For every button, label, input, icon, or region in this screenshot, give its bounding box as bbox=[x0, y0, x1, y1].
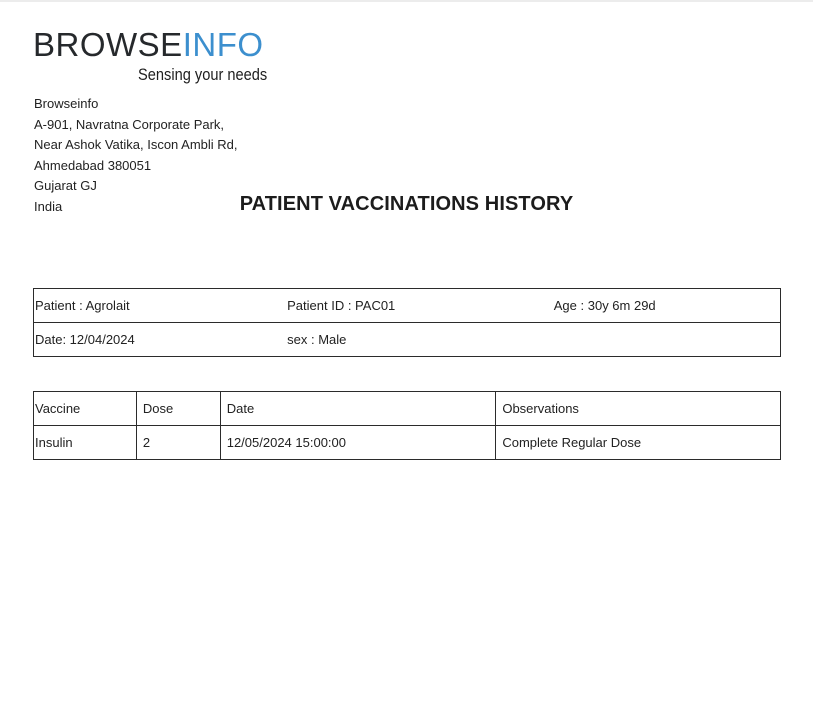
address-line: Browseinfo bbox=[34, 96, 99, 111]
table-row: Patient : Agrolait Patient ID : PAC01 Ag… bbox=[33, 288, 781, 323]
logo-tagline: Sensing your needs bbox=[138, 65, 268, 84]
patient-age-cell: Age : 30y 6m 29d bbox=[552, 288, 781, 323]
patient-info-table: Patient : Agrolait Patient ID : PAC01 Ag… bbox=[33, 288, 781, 357]
logo-word-blue: INFO bbox=[182, 26, 264, 63]
patient-name-cell: Patient : Agrolait bbox=[33, 288, 287, 323]
top-divider bbox=[0, 0, 813, 2]
vaccinations-table: Vaccine Dose Date Observations Insulin 2… bbox=[33, 391, 781, 460]
logo-word-dark: BROWSE bbox=[33, 26, 183, 63]
dose-cell: 2 bbox=[135, 425, 221, 460]
address-line: Ahmedabad 380051 bbox=[34, 157, 152, 173]
table-row: Insulin 2 12/05/2024 15:00:00 Complete R… bbox=[33, 425, 781, 460]
patient-sex-cell: sex : Male bbox=[286, 322, 553, 357]
logo-wordmark: BROWSEINFO bbox=[33, 28, 264, 61]
column-header-date: Date bbox=[219, 391, 497, 426]
vaccine-cell: Insulin bbox=[33, 425, 137, 460]
observations-cell: Complete Regular Dose bbox=[495, 425, 781, 460]
record-date-cell: Date: 12/04/2024 bbox=[33, 322, 287, 357]
address-line: A-901, Navratna Corporate Park, bbox=[34, 116, 225, 132]
table-header-row: Vaccine Dose Date Observations bbox=[33, 391, 781, 426]
column-header-dose: Dose bbox=[135, 391, 221, 426]
column-header-vaccine: Vaccine bbox=[33, 391, 137, 426]
company-logo: BROWSEINFO Sensing your needs bbox=[33, 28, 273, 88]
column-header-observations: Observations bbox=[495, 391, 781, 426]
empty-cell bbox=[552, 322, 781, 357]
address-line: Near Ashok Vatika, Iscon Ambli Rd, bbox=[34, 137, 238, 153]
date-cell: 12/05/2024 15:00:00 bbox=[219, 425, 497, 460]
document-title: PATIENT VACCINATIONS HISTORY bbox=[239, 193, 574, 215]
patient-id-cell: Patient ID : PAC01 bbox=[286, 288, 553, 323]
table-row: Date: 12/04/2024 sex : Male bbox=[33, 322, 781, 357]
